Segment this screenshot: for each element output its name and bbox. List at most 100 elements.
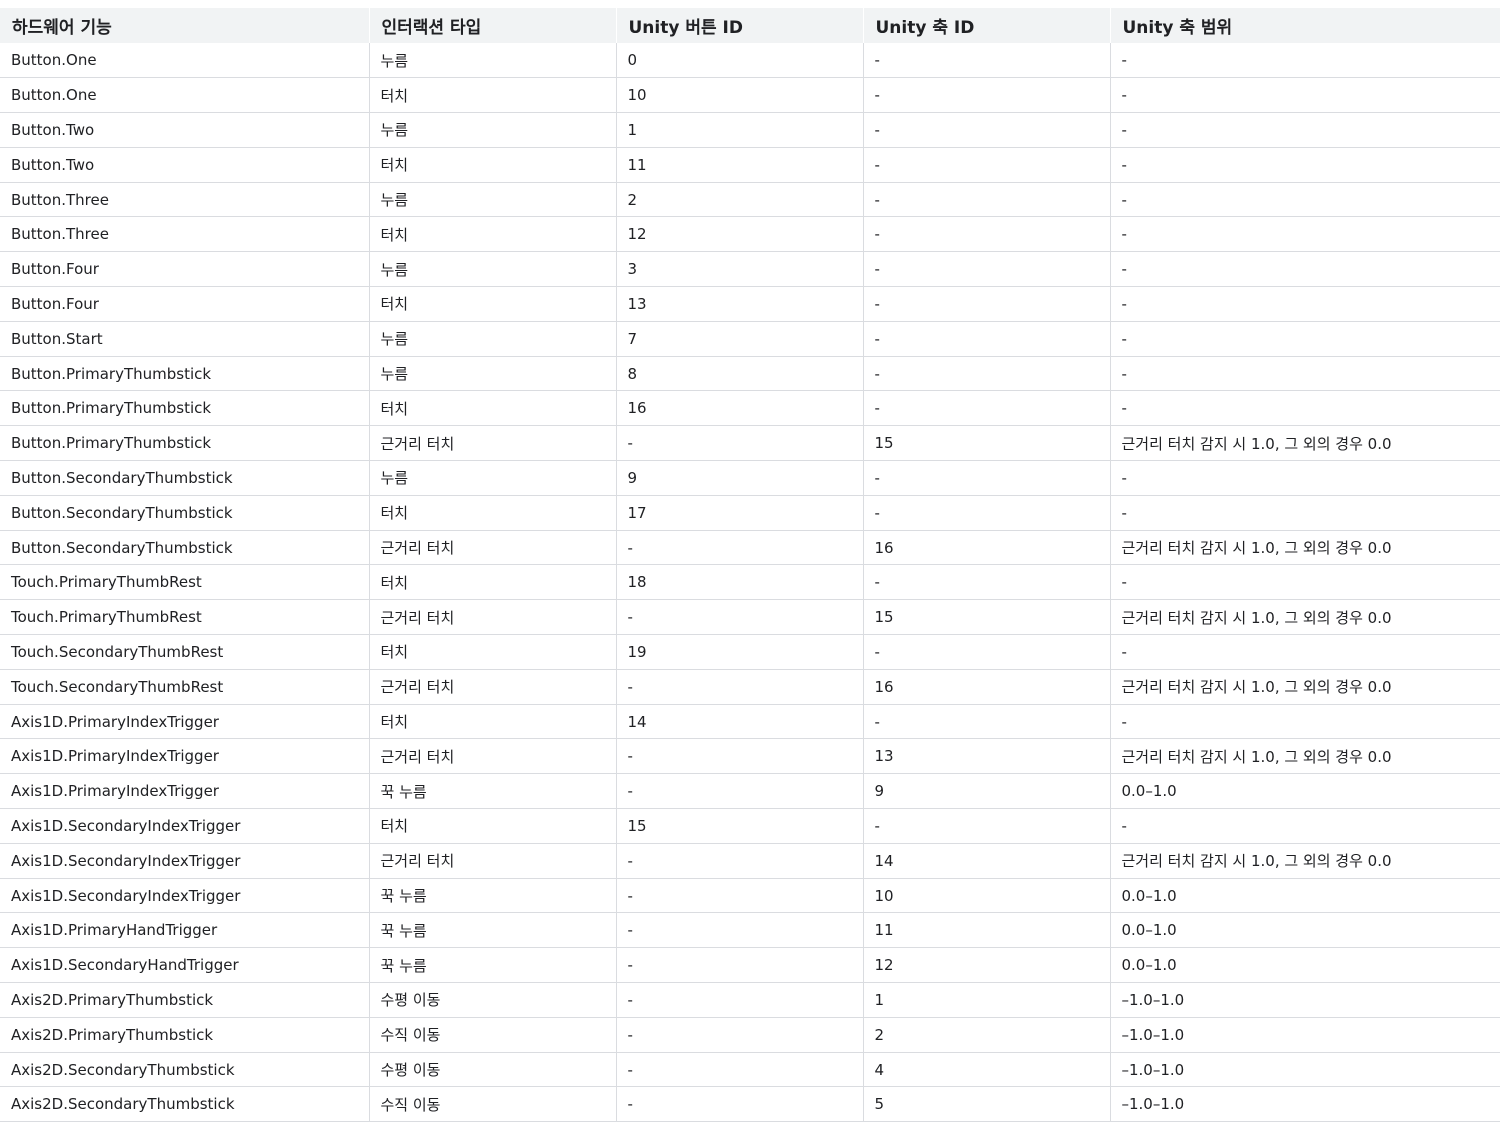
cell-interaction-type: 누름: [368, 112, 616, 148]
cell-interaction-type: 누름: [368, 43, 616, 78]
cell-interaction-type: 근거리 터치: [368, 669, 616, 705]
cell-interaction-type: 터치: [368, 286, 616, 322]
header-row: 하드웨어 기능 인터랙션 타입 Unity 버튼 ID Unity 축 ID U…: [0, 8, 1500, 43]
cell-unity-button-id: -: [615, 982, 863, 1018]
cell-unity-button-id: -: [615, 912, 863, 948]
cell-interaction-type: 누름: [368, 460, 616, 496]
cell-hardware-feature: Axis1D.PrimaryIndexTrigger: [11, 782, 219, 801]
table-row: Button.Three 터치 12- -: [0, 216, 1500, 252]
cell-unity-axis-id: -: [862, 634, 1110, 670]
cell-unity-axis-range: -: [1109, 390, 1500, 426]
cell-interaction-type: 누름: [368, 321, 616, 357]
table-row: Button.One 터치 10- -: [0, 77, 1500, 113]
cell-hardware-feature: Button.Two: [11, 155, 95, 174]
cell-hardware-feature: Axis1D.PrimaryHandTrigger: [11, 921, 218, 940]
cell-unity-axis-id: 12: [862, 947, 1110, 983]
table-row: Axis2D.PrimaryThumbstick 수평 이동 -1 –1.0–1.0: [0, 982, 1500, 1018]
cell-unity-axis-range: -: [1109, 216, 1500, 252]
cell-unity-button-id: 3: [615, 251, 863, 287]
table-row: Button.SecondaryThumbstick 누름 9- -: [0, 460, 1500, 496]
table-row: Button.Start 누름 7- -: [0, 321, 1500, 357]
cell-unity-button-id: -: [615, 773, 863, 809]
cell-unity-button-id: 1: [615, 112, 863, 148]
cell-unity-axis-id: 4: [862, 1052, 1110, 1087]
cell-interaction-type: 근거리 터치: [368, 843, 616, 879]
cell-unity-axis-range: 근거리 터치 감지 시 1.0, 그 외의 경우 0.0: [1109, 599, 1500, 635]
table-row: Touch.PrimaryThumbRest 터치 18- -: [0, 564, 1500, 600]
cell-interaction-type: 누름: [368, 356, 616, 391]
cell-unity-button-id: -: [615, 669, 863, 705]
cell-unity-axis-range: 0.0–1.0: [1109, 912, 1500, 948]
cell-interaction-type: 터치: [368, 147, 616, 183]
table-row: Button.PrimaryThumbstick 누름 8- -: [0, 356, 1500, 391]
cell-unity-axis-range: 0.0–1.0: [1109, 878, 1500, 913]
cell-hardware-feature: Button.SecondaryThumbstick: [11, 503, 233, 522]
cell-unity-axis-range: –1.0–1.0: [1109, 1052, 1500, 1087]
cell-unity-axis-id: -: [862, 390, 1110, 426]
cell-unity-axis-id: -: [862, 286, 1110, 322]
table-row: Axis1D.SecondaryIndexTrigger 터치 15- -: [0, 808, 1500, 844]
cell-hardware-feature: Axis2D.SecondaryThumbstick: [11, 1095, 235, 1114]
cell-hardware-feature: Button.Four: [11, 260, 99, 279]
cell-unity-button-id: -: [615, 738, 863, 774]
cell-interaction-type: 터치: [368, 808, 616, 844]
cell-unity-axis-range: -: [1109, 286, 1500, 322]
cell-unity-axis-id: -: [862, 356, 1110, 391]
table-row: Button.Four 누름 3- -: [0, 251, 1500, 287]
table-row: Touch.SecondaryThumbRest 터치 19- -: [0, 634, 1500, 670]
cell-unity-button-id: 17: [615, 495, 863, 531]
cell-unity-axis-id: -: [862, 147, 1110, 183]
cell-unity-axis-range: 근거리 터치 감지 시 1.0, 그 외의 경우 0.0: [1109, 669, 1500, 705]
cell-interaction-type: 누름: [368, 251, 616, 287]
cell-unity-button-id: -: [615, 947, 863, 983]
page: 하드웨어 기능 인터랙션 타입 Unity 버튼 ID Unity 축 ID U…: [0, 0, 1500, 1125]
cell-interaction-type: 터치: [368, 495, 616, 531]
cell-hardware-feature: Button.SecondaryThumbstick: [11, 538, 233, 557]
cell-unity-button-id: -: [615, 530, 863, 565]
cell-interaction-type: 근거리 터치: [368, 530, 616, 565]
cell-unity-axis-id: -: [862, 495, 1110, 531]
cell-interaction-type: 터치: [368, 390, 616, 426]
cell-interaction-type: 꾹 누름: [368, 912, 616, 948]
cell-unity-axis-id: 13: [862, 738, 1110, 774]
cell-unity-axis-id: -: [862, 77, 1110, 113]
cell-unity-axis-id: -: [862, 808, 1110, 844]
table-row: Button.Two 누름 1- -: [0, 112, 1500, 148]
cell-unity-axis-id: -: [862, 216, 1110, 252]
table-row: Axis1D.SecondaryIndexTrigger 근거리 터치 -14 근거리…: [0, 843, 1500, 879]
cell-hardware-feature: Touch.SecondaryThumbRest: [11, 642, 224, 661]
table-row: Button.Two 터치 11- -: [0, 147, 1500, 183]
cell-hardware-feature: Axis1D.PrimaryIndexTrigger: [11, 747, 219, 766]
cell-hardware-feature: Button.PrimaryThumbstick: [11, 399, 212, 418]
cell-unity-button-id: 7: [615, 321, 863, 357]
cell-hardware-feature: Axis1D.PrimaryIndexTrigger: [11, 712, 219, 731]
cell-unity-axis-range: -: [1109, 564, 1500, 600]
cell-unity-axis-range: 근거리 터치 감지 시 1.0, 그 외의 경우 0.0: [1109, 738, 1500, 774]
cell-interaction-type: 수직 이동: [368, 1086, 616, 1122]
table-row: Touch.SecondaryThumbRest 근거리 터치 -16 근거리 터치 …: [0, 669, 1500, 705]
table-row: Axis1D.PrimaryIndexTrigger 터치 14- -: [0, 704, 1500, 739]
cell-unity-button-id: 13: [615, 286, 863, 322]
cell-unity-axis-range: -: [1109, 495, 1500, 531]
cell-unity-axis-id: 16: [862, 669, 1110, 705]
cell-unity-axis-range: 0.0–1.0: [1109, 773, 1500, 809]
cell-hardware-feature: Axis1D.SecondaryIndexTrigger: [11, 816, 241, 835]
table-row: Button.One 누름 0- -: [0, 43, 1500, 78]
cell-unity-axis-range: -: [1109, 251, 1500, 287]
cell-hardware-feature: Axis1D.SecondaryHandTrigger: [11, 956, 239, 975]
cell-unity-axis-range: -: [1109, 808, 1500, 844]
cell-unity-axis-range: –1.0–1.0: [1109, 1017, 1500, 1053]
cell-unity-axis-range: 0.0–1.0: [1109, 947, 1500, 983]
table-row: Axis1D.PrimaryIndexTrigger 꾹 누름 -9 0.0–1.0: [0, 773, 1500, 809]
cell-unity-axis-id: 11: [862, 912, 1110, 948]
cell-hardware-feature: Button.Two: [11, 120, 95, 139]
cell-unity-button-id: -: [615, 425, 863, 461]
cell-unity-axis-range: -: [1109, 356, 1500, 391]
cell-unity-button-id: -: [615, 843, 863, 879]
cell-hardware-feature: Button.PrimaryThumbstick: [11, 364, 212, 383]
header-unity-button-id: Unity 버튼 ID: [615, 8, 863, 43]
input-mapping-table: 하드웨어 기능 인터랙션 타입 Unity 버튼 ID Unity 축 ID U…: [0, 8, 1500, 1122]
cell-unity-button-id: -: [615, 1052, 863, 1087]
cell-unity-button-id: 12: [615, 216, 863, 252]
cell-unity-axis-range: 근거리 터치 감지 시 1.0, 그 외의 경우 0.0: [1109, 425, 1500, 461]
